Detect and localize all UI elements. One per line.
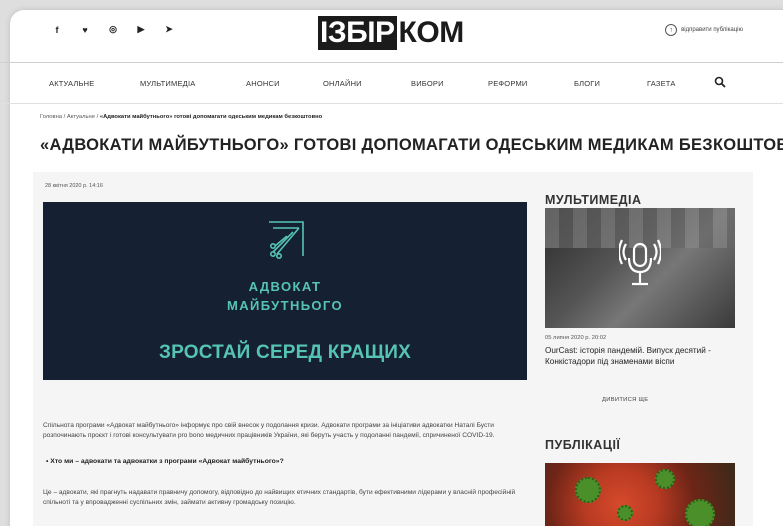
social-links: f ♥ ◎ ▶ ➤ bbox=[50, 24, 176, 35]
nav-item-vybory[interactable]: ВИБОРИ bbox=[411, 79, 444, 88]
search-icon[interactable] bbox=[714, 76, 726, 88]
multimedia-date: 05 липня 2020 р. 20:02 bbox=[545, 335, 607, 341]
virus-shape bbox=[655, 469, 675, 489]
page-title: «АДВОКАТИ МАЙБУТНЬОГО» ГОТОВІ ДОПОМАГАТИ… bbox=[40, 136, 783, 154]
nav-item-hazeta[interactable]: ГАЗЕТА bbox=[647, 79, 676, 88]
nav-item-onlainy[interactable]: ОНЛАЙНИ bbox=[323, 79, 362, 88]
nav-item-blohy[interactable]: БЛОГИ bbox=[574, 79, 600, 88]
publication-thumbnail[interactable] bbox=[545, 463, 735, 526]
send-icon: ↑ bbox=[665, 24, 678, 36]
breadcrumb-separator: / bbox=[63, 114, 66, 120]
sidebar-heading-publications: ПУБЛІКАЦІЇ bbox=[545, 438, 621, 452]
logo-light-part: КОМ bbox=[398, 16, 465, 49]
heart-icon[interactable]: ♥ bbox=[78, 25, 92, 35]
main-nav: АКТУАЛЬНЕ МУЛЬТИМЕДІА АНОНСИ ОНЛАЙНИ ВИБ… bbox=[0, 63, 783, 105]
multimedia-title-link[interactable]: OurCast: історія пандемій. Випуск десяти… bbox=[545, 345, 740, 367]
hero-line-1: АДВОКАТ bbox=[248, 279, 322, 294]
advokat-logo-icon bbox=[269, 221, 304, 259]
nav-item-anonsy[interactable]: АНОНСИ bbox=[246, 79, 280, 88]
hero-slogan: ЗРОСТАЙ СЕРЕД КРАЩИХ bbox=[159, 342, 411, 363]
send-publication-link[interactable]: ↑ відправити публікацію bbox=[665, 24, 743, 36]
breadcrumb-home[interactable]: Головна bbox=[40, 114, 62, 120]
article-bullet-text: Хто ми – адвокати та адвокатки з програм… bbox=[50, 458, 284, 465]
telegram-icon[interactable]: ➤ bbox=[162, 24, 176, 35]
nav-item-aktualne[interactable]: АКТУАЛЬНЕ bbox=[49, 79, 94, 88]
multimedia-thumbnail[interactable] bbox=[545, 208, 735, 328]
nav-item-reformy[interactable]: РЕФОРМИ bbox=[488, 79, 528, 88]
article-paragraph: Це – адвокати, які прагнуть надавати пра… bbox=[43, 489, 516, 506]
youtube-icon[interactable]: ▶ bbox=[134, 24, 148, 35]
virus-shape bbox=[617, 505, 633, 521]
breadcrumb-separator: / bbox=[96, 114, 99, 120]
breadcrumb-current: «Адвокати майбутнього» готові допомагати… bbox=[99, 114, 323, 120]
logo-dark-part: ІЗБІР bbox=[318, 16, 397, 50]
see-more-link[interactable]: ДИВИТИСЯ ЩЕ bbox=[602, 397, 648, 403]
article-paragraph: Спільнота програми «Адвокат майбутнього»… bbox=[43, 422, 495, 439]
send-publication-label: відправити публікацію bbox=[681, 27, 743, 33]
site-logo[interactable]: ІЗБІР КОМ bbox=[318, 16, 464, 50]
virus-shape bbox=[685, 499, 715, 526]
nav-item-multimedia[interactable]: МУЛЬТИМЕДІА bbox=[140, 79, 195, 88]
facebook-icon[interactable]: f bbox=[50, 25, 64, 35]
article-date: 28 квітня 2020 р. 14:16 bbox=[45, 183, 103, 189]
sidebar-heading-multimedia: МУЛЬТИМЕДІА bbox=[545, 193, 642, 207]
article-hero-image: АДВОКАТ МАЙБУТНЬОГО ЗРОСТАЙ СЕРЕД КРАЩИХ bbox=[43, 202, 527, 380]
microphone-icon bbox=[619, 239, 661, 286]
nav-divider bbox=[0, 103, 783, 104]
breadcrumb-section[interactable]: Актуальне bbox=[67, 114, 95, 120]
breadcrumb: Головна / Актуальне / «Адвокати майбутнь… bbox=[40, 114, 322, 120]
site-header: f ♥ ◎ ▶ ➤ ІЗБІР КОМ ↑ відправити публіка… bbox=[0, 0, 783, 65]
virus-shape bbox=[575, 477, 601, 503]
instagram-icon[interactable]: ◎ bbox=[106, 24, 120, 35]
article-bullet: • Хто ми – адвокати та адвокатки з прогр… bbox=[46, 458, 284, 465]
hero-line-2: МАЙБУТНЬОГО bbox=[227, 298, 343, 313]
